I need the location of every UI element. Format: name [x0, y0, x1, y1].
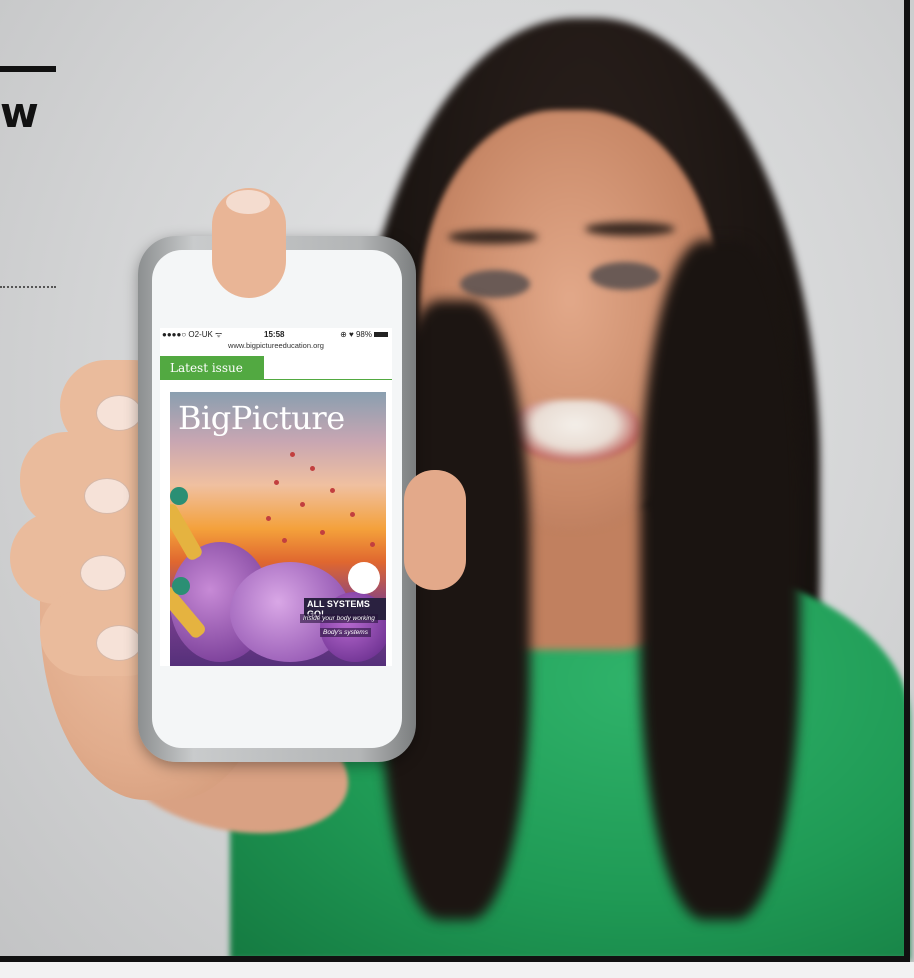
cover-antibody-tip — [170, 487, 188, 505]
cover-antibody-tip — [172, 577, 190, 595]
cover-particle — [290, 452, 295, 457]
battery-label: ⊕ ♥ 98% — [340, 330, 372, 339]
heading-fragment: w — [0, 88, 39, 137]
hand-finger-right-side — [404, 470, 466, 590]
cover-particle — [350, 512, 355, 517]
phone-screen: ●●●●○ O2-UK ᯤ 15:58 ⊕ ♥ 98% www.bigpictu… — [160, 328, 392, 666]
cover-antibody-shape — [170, 502, 204, 562]
dotted-divider — [0, 286, 56, 288]
page-margin — [0, 962, 914, 978]
cover-subline: Body's systems — [320, 628, 371, 637]
cover-particle — [330, 488, 335, 493]
fingernail — [84, 478, 130, 514]
cover-particle — [282, 538, 287, 543]
fingernail — [96, 625, 142, 661]
cover-particle — [300, 502, 305, 507]
fingernail — [96, 395, 142, 431]
cover-particle — [310, 466, 315, 471]
left-eyebrow — [448, 230, 538, 244]
left-eye — [460, 270, 530, 298]
tab-underline — [264, 379, 392, 380]
frame-border-right — [904, 0, 910, 962]
browser-url[interactable]: www.bigpictureeducation.org — [160, 340, 392, 352]
cover-badge — [348, 562, 380, 594]
fingernail — [80, 555, 126, 591]
person-smile — [510, 400, 640, 462]
cover-subline: Inside your body working — [300, 614, 378, 623]
person-hair-strand-right — [640, 240, 800, 920]
cover-particle — [320, 530, 325, 535]
cover-particle — [266, 516, 271, 521]
heading-rule — [0, 66, 56, 72]
cover-particle — [370, 542, 375, 547]
magazine-cover[interactable]: BigPicture ALL SYSTEMS GO! Inside your b… — [170, 392, 386, 666]
cover-particle — [274, 480, 279, 485]
battery-icon — [374, 332, 388, 338]
cover-title: BigPicture — [178, 399, 345, 437]
latest-issue-tab[interactable]: Latest issue — [160, 356, 264, 380]
background-photo: ●●●●○ O2-UK ᯤ 15:58 ⊕ ♥ 98% www.bigpictu… — [0, 0, 914, 978]
right-eye — [590, 262, 660, 290]
right-eyebrow — [585, 222, 675, 236]
thumbnail-nail — [226, 190, 270, 214]
